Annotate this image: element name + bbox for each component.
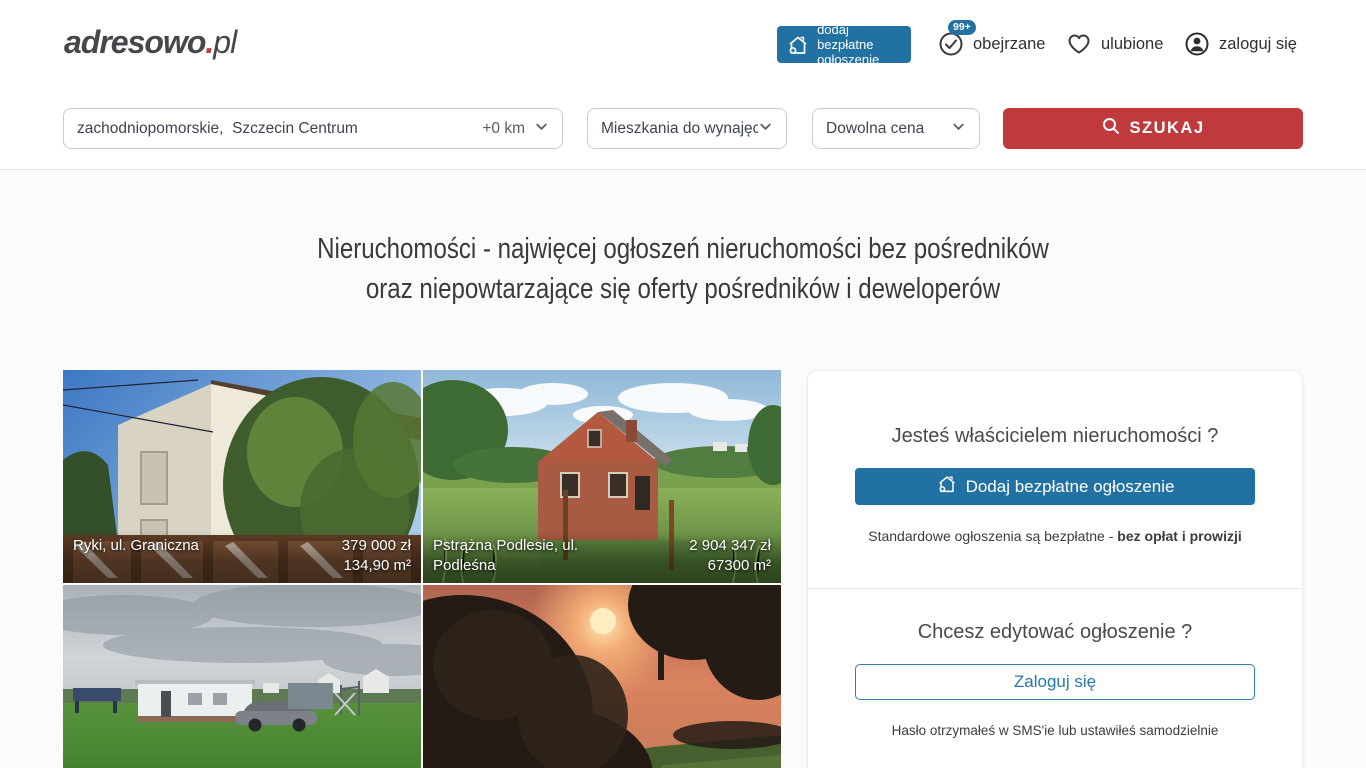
viewed-label: obejrzane	[973, 35, 1045, 54]
page-title: Nieruchomości - najwięcej ogłoszeń nieru…	[116, 229, 1250, 309]
listing-caption: Ryki, ul. Graniczna 379 000 zł 134,90 m²	[63, 531, 421, 583]
viewed-link[interactable]: 99+ obejrzane	[938, 31, 1045, 57]
listing-photo	[63, 585, 421, 768]
listing-price-area: 2 904 347 zł 67300 m²	[689, 536, 771, 576]
listing-price: 2 904 347 zł	[689, 536, 771, 556]
listing-title: Pstrążna Podlesie, ul. Podleśna	[433, 536, 628, 576]
listing-card[interactable]: Pstrążna Podlesie, ul. Podleśna 2 904 34…	[423, 370, 781, 583]
panel-free-note: Standardowe ogłoszenia są bezpłatne - be…	[808, 528, 1302, 544]
listing-title: Ryki, ul. Graniczna	[73, 536, 199, 556]
listings-grid: Ryki, ul. Graniczna 379 000 zł 134,90 m²	[63, 370, 783, 768]
chevron-down-icon	[951, 119, 966, 139]
logo-main: adresowo	[64, 24, 205, 60]
price-value: Dowolna cena	[826, 120, 951, 138]
listing-card[interactable]: Warszawa Białołęka, ul. 735 000 zł	[423, 585, 781, 768]
listing-card[interactable]: Ryki, ul. Graniczna 379 000 zł 134,90 m²	[63, 370, 421, 583]
category-select[interactable]: Mieszkania do wynajęc	[587, 108, 787, 149]
search-button-label: SZUKAJ	[1129, 119, 1204, 138]
add-listing-button[interactable]: dodaj bezpłatne ogłoszenie	[777, 26, 911, 63]
location-value: zachodniopomorskie, Szczecin Centrum	[77, 120, 482, 138]
page-title-line2: oraz niepowtarzające się oferty pośredni…	[116, 269, 1250, 309]
category-value: Mieszkania do wynajęc	[601, 120, 758, 138]
favorites-label: ulubione	[1101, 35, 1163, 54]
chevron-down-icon	[534, 119, 549, 139]
panel-login-button[interactable]: Zaloguj się	[855, 664, 1255, 700]
panel-divider	[808, 588, 1302, 589]
radius-value[interactable]: +0 km	[482, 120, 525, 138]
viewed-count-badge: 99+	[948, 20, 976, 35]
page-title-line1: Nieruchomości - najwięcej ogłoszeń nieru…	[116, 229, 1250, 269]
listing-price-area: 379 000 zł 134,90 m²	[342, 536, 411, 576]
location-input[interactable]: zachodniopomorskie, Szczecin Centrum +0 …	[63, 108, 563, 149]
panel-add-listing-label: Dodaj bezpłatne ogłoszenie	[966, 477, 1175, 497]
add-listing-label: dodaj bezpłatne ogłoszenie	[817, 22, 902, 67]
house-plus-icon	[936, 473, 958, 500]
house-plus-icon	[786, 32, 810, 58]
listing-area: 67300 m²	[689, 556, 771, 576]
owner-panel: Jesteś właścicielem nieruchomości ? Doda…	[807, 370, 1303, 768]
listing-card[interactable]: Kliniska Wielkie, Podesna 369 000 zł	[63, 585, 421, 768]
site-logo[interactable]: adresowo.pl	[64, 24, 236, 61]
login-label: zaloguj się	[1219, 35, 1297, 54]
check-circle-icon: 99+	[938, 31, 964, 57]
heart-icon	[1066, 31, 1092, 57]
panel-login-label: Zaloguj się	[1014, 672, 1096, 692]
panel-add-listing-button[interactable]: Dodaj bezpłatne ogłoszenie	[855, 468, 1255, 505]
listing-area: 134,90 m²	[342, 556, 411, 576]
person-circle-icon	[1184, 31, 1210, 57]
header: adresowo.pl dodaj bezpłatne ogłoszenie	[0, 0, 1366, 170]
listing-price: 379 000 zł	[342, 536, 411, 556]
price-select[interactable]: Dowolna cena	[812, 108, 980, 149]
listing-photo	[423, 585, 781, 768]
login-link[interactable]: zaloguj się	[1184, 31, 1297, 57]
chevron-down-icon	[758, 119, 773, 139]
logo-tld: pl	[213, 24, 236, 60]
adresowo-home-page: adresowo.pl dodaj bezpłatne ogłoszenie	[0, 0, 1366, 768]
owner-panel-title: Jesteś właścicielem nieruchomości ?	[808, 425, 1302, 448]
search-button[interactable]: SZUKAJ	[1003, 108, 1303, 149]
listing-caption: Pstrążna Podlesie, ul. Podleśna 2 904 34…	[423, 531, 781, 583]
favorites-link[interactable]: ulubione	[1066, 31, 1163, 57]
panel-password-note: Hasło otrzymałeś w SMS'ie lub ustawiłeś …	[808, 723, 1302, 738]
search-icon	[1101, 116, 1121, 141]
panel-edit-title: Chcesz edytować ogłoszenie ?	[808, 621, 1302, 644]
